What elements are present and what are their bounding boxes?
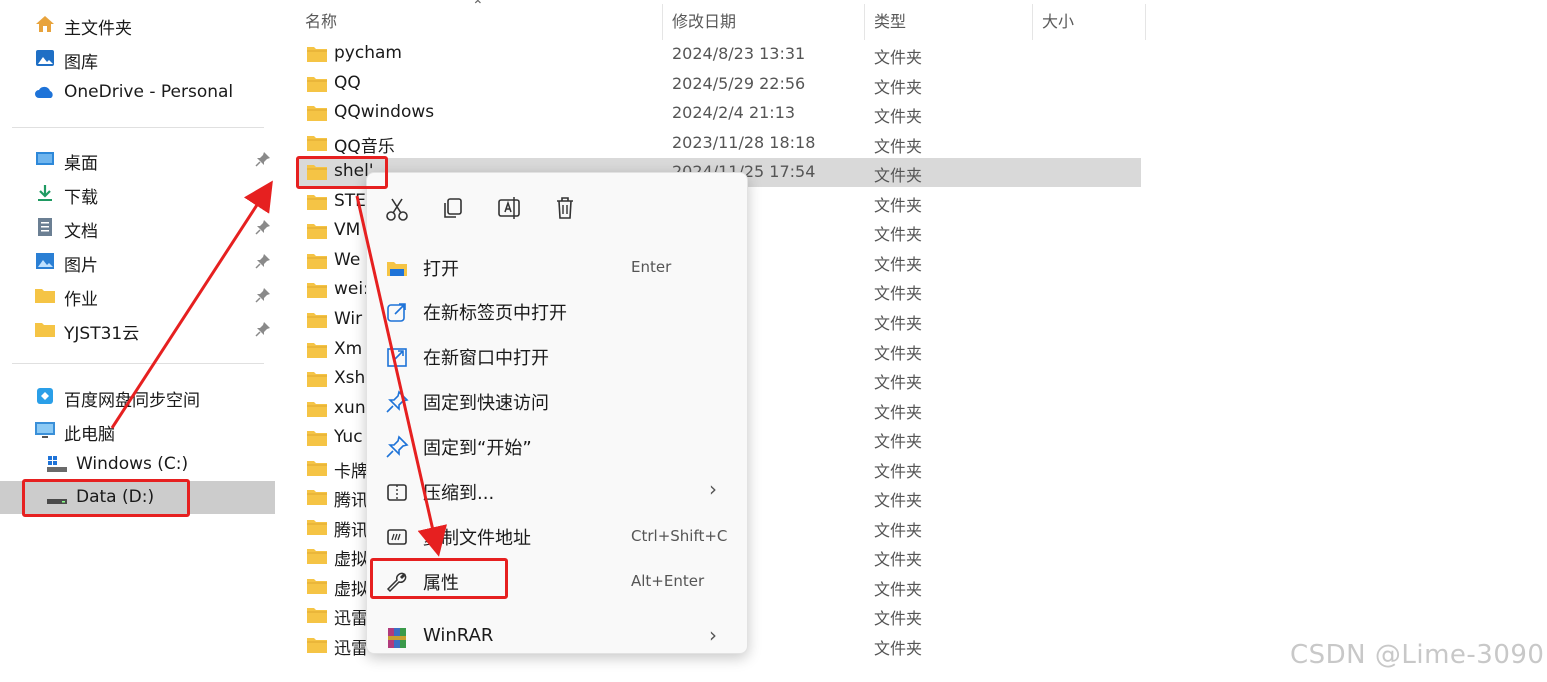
annotation-arrows bbox=[110, 180, 447, 557]
arrow-shell-to-properties bbox=[355, 195, 447, 557]
watermark: CSDN @Lime-3090 bbox=[1290, 640, 1545, 670]
arrow-drive-to-shell bbox=[110, 180, 273, 429]
